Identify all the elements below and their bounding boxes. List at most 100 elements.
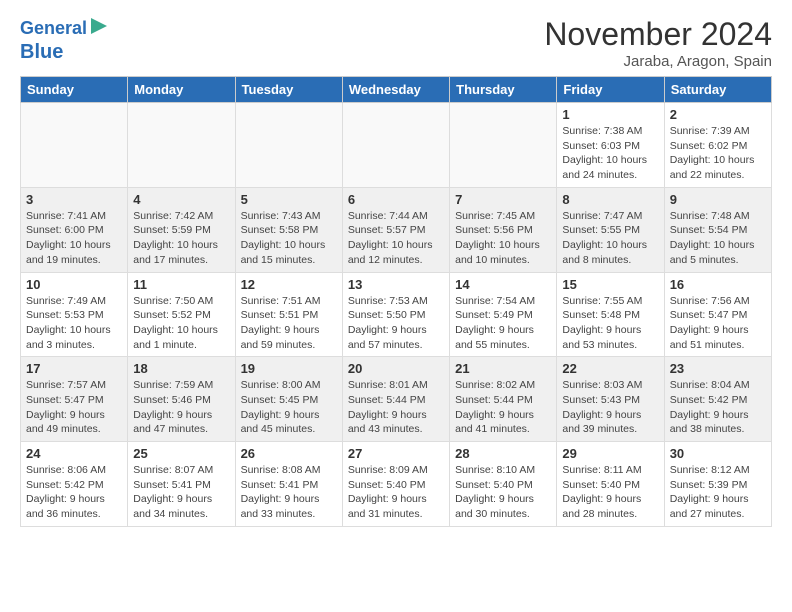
weekday-header: Sunday	[21, 77, 128, 103]
day-number: 27	[348, 446, 444, 461]
day-number: 4	[133, 192, 229, 207]
day-number: 29	[562, 446, 658, 461]
calendar-day: 4 Sunrise: 7:42 AM Sunset: 5:59 PM Daylig…	[128, 187, 235, 272]
day-info: Sunrise: 7:59 AM Sunset: 5:46 PM Dayligh…	[133, 378, 229, 437]
day-number: 3	[26, 192, 122, 207]
calendar-day: 17Sunrise: 7:57 AM Sunset: 5:47 PM Dayli…	[21, 357, 128, 442]
calendar-day: 8 Sunrise: 7:47 AM Sunset: 5:55 PM Daylig…	[557, 187, 664, 272]
day-number: 21	[455, 361, 551, 376]
day-info: Sunrise: 8:00 AM Sunset: 5:45 PM Dayligh…	[241, 378, 337, 437]
day-number: 11	[133, 277, 229, 292]
page-container: General Blue November 2024 Jaraba, Arago…	[0, 0, 792, 543]
day-number: 20	[348, 361, 444, 376]
calendar-header: SundayMondayTuesdayWednesdayThursdayFrid…	[21, 77, 772, 103]
day-number: 24	[26, 446, 122, 461]
day-number: 23	[670, 361, 766, 376]
weekday-row: SundayMondayTuesdayWednesdayThursdayFrid…	[21, 77, 772, 103]
calendar-day: 6 Sunrise: 7:44 AM Sunset: 5:57 PM Daylig…	[342, 187, 449, 272]
day-number: 6	[348, 192, 444, 207]
calendar-week-row: 24 Sunrise: 8:06 AM Sunset: 5:42 PM Dayli…	[21, 442, 772, 527]
day-number: 25	[133, 446, 229, 461]
day-number: 28	[455, 446, 551, 461]
day-info: Sunrise: 7:39 AM Sunset: 6:02 PM Dayligh…	[670, 124, 766, 183]
logo-arrow-icon	[91, 16, 111, 36]
calendar-day: 26Sunrise: 8:08 AM Sunset: 5:41 PM Dayli…	[235, 442, 342, 527]
logo-text: General	[20, 19, 87, 39]
calendar-week-row: 3 Sunrise: 7:41 AM Sunset: 6:00 PM Daylig…	[21, 187, 772, 272]
day-info: Sunrise: 8:03 AM Sunset: 5:43 PM Dayligh…	[562, 378, 658, 437]
calendar-day	[450, 103, 557, 188]
location: Jaraba, Aragon, Spain	[544, 53, 772, 70]
calendar-week-row: 10 Sunrise: 7:49 AM Sunset: 5:53 PM Dayli…	[21, 272, 772, 357]
day-number: 14	[455, 277, 551, 292]
month-title: November 2024	[544, 16, 772, 53]
calendar-day: 21 Sunrise: 8:02 AM Sunset: 5:44 PM Dayli…	[450, 357, 557, 442]
calendar-day: 20 Sunrise: 8:01 AM Sunset: 5:44 PM Dayli…	[342, 357, 449, 442]
day-info: Sunrise: 7:44 AM Sunset: 5:57 PM Dayligh…	[348, 209, 444, 268]
day-info: Sunrise: 7:56 AM Sunset: 5:47 PM Dayligh…	[670, 294, 766, 353]
day-number: 2	[670, 107, 766, 122]
calendar-day: 1Sunrise: 7:38 AM Sunset: 6:03 PM Daylig…	[557, 103, 664, 188]
calendar-day: 24 Sunrise: 8:06 AM Sunset: 5:42 PM Dayli…	[21, 442, 128, 527]
calendar-day: 12 Sunrise: 7:51 AM Sunset: 5:51 PM Dayli…	[235, 272, 342, 357]
logo-general: General	[20, 18, 87, 38]
day-number: 19	[241, 361, 337, 376]
calendar-day: 13 Sunrise: 7:53 AM Sunset: 5:50 PM Dayli…	[342, 272, 449, 357]
weekday-header: Wednesday	[342, 77, 449, 103]
calendar: SundayMondayTuesdayWednesdayThursdayFrid…	[20, 76, 772, 527]
calendar-body: 1Sunrise: 7:38 AM Sunset: 6:03 PM Daylig…	[21, 103, 772, 527]
day-info: Sunrise: 7:48 AM Sunset: 5:54 PM Dayligh…	[670, 209, 766, 268]
calendar-week-row: 17Sunrise: 7:57 AM Sunset: 5:47 PM Dayli…	[21, 357, 772, 442]
day-info: Sunrise: 8:01 AM Sunset: 5:44 PM Dayligh…	[348, 378, 444, 437]
day-info: Sunrise: 8:10 AM Sunset: 5:40 PM Dayligh…	[455, 463, 551, 522]
calendar-day	[342, 103, 449, 188]
day-number: 8	[562, 192, 658, 207]
day-info: Sunrise: 7:53 AM Sunset: 5:50 PM Dayligh…	[348, 294, 444, 353]
calendar-day: 14 Sunrise: 7:54 AM Sunset: 5:49 PM Dayli…	[450, 272, 557, 357]
calendar-day: 11 Sunrise: 7:50 AM Sunset: 5:52 PM Dayli…	[128, 272, 235, 357]
calendar-day: 15 Sunrise: 7:55 AM Sunset: 5:48 PM Dayli…	[557, 272, 664, 357]
day-info: Sunrise: 7:50 AM Sunset: 5:52 PM Dayligh…	[133, 294, 229, 353]
day-info: Sunrise: 7:54 AM Sunset: 5:49 PM Dayligh…	[455, 294, 551, 353]
calendar-day: 9 Sunrise: 7:48 AM Sunset: 5:54 PM Daylig…	[664, 187, 771, 272]
weekday-header: Friday	[557, 77, 664, 103]
day-info: Sunrise: 7:42 AM Sunset: 5:59 PM Dayligh…	[133, 209, 229, 268]
logo: General Blue	[20, 16, 111, 63]
day-number: 9	[670, 192, 766, 207]
day-info: Sunrise: 7:45 AM Sunset: 5:56 PM Dayligh…	[455, 209, 551, 268]
day-number: 16	[670, 277, 766, 292]
weekday-header: Tuesday	[235, 77, 342, 103]
weekday-header: Monday	[128, 77, 235, 103]
day-number: 10	[26, 277, 122, 292]
day-info: Sunrise: 8:11 AM Sunset: 5:40 PM Dayligh…	[562, 463, 658, 522]
calendar-day: 2 Sunrise: 7:39 AM Sunset: 6:02 PM Daylig…	[664, 103, 771, 188]
day-info: Sunrise: 7:51 AM Sunset: 5:51 PM Dayligh…	[241, 294, 337, 353]
calendar-day: 30Sunrise: 8:12 AM Sunset: 5:39 PM Dayli…	[664, 442, 771, 527]
calendar-day: 25 Sunrise: 8:07 AM Sunset: 5:41 PM Dayli…	[128, 442, 235, 527]
day-info: Sunrise: 8:06 AM Sunset: 5:42 PM Dayligh…	[26, 463, 122, 522]
day-number: 12	[241, 277, 337, 292]
calendar-day: 3 Sunrise: 7:41 AM Sunset: 6:00 PM Daylig…	[21, 187, 128, 272]
calendar-week-row: 1Sunrise: 7:38 AM Sunset: 6:03 PM Daylig…	[21, 103, 772, 188]
day-info: Sunrise: 8:07 AM Sunset: 5:41 PM Dayligh…	[133, 463, 229, 522]
day-info: Sunrise: 8:02 AM Sunset: 5:44 PM Dayligh…	[455, 378, 551, 437]
logo-blue: Blue	[20, 41, 63, 63]
day-info: Sunrise: 7:41 AM Sunset: 6:00 PM Dayligh…	[26, 209, 122, 268]
day-info: Sunrise: 7:47 AM Sunset: 5:55 PM Dayligh…	[562, 209, 658, 268]
day-number: 22	[562, 361, 658, 376]
calendar-day: 19 Sunrise: 8:00 AM Sunset: 5:45 PM Dayli…	[235, 357, 342, 442]
calendar-day: 28 Sunrise: 8:10 AM Sunset: 5:40 PM Dayli…	[450, 442, 557, 527]
day-number: 18	[133, 361, 229, 376]
day-info: Sunrise: 7:38 AM Sunset: 6:03 PM Dayligh…	[562, 124, 658, 183]
calendar-day	[128, 103, 235, 188]
day-number: 5	[241, 192, 337, 207]
day-info: Sunrise: 7:55 AM Sunset: 5:48 PM Dayligh…	[562, 294, 658, 353]
day-number: 17	[26, 361, 122, 376]
day-number: 13	[348, 277, 444, 292]
day-number: 30	[670, 446, 766, 461]
day-info: Sunrise: 7:49 AM Sunset: 5:53 PM Dayligh…	[26, 294, 122, 353]
day-number: 15	[562, 277, 658, 292]
day-number: 7	[455, 192, 551, 207]
day-info: Sunrise: 7:43 AM Sunset: 5:58 PM Dayligh…	[241, 209, 337, 268]
calendar-day: 27Sunrise: 8:09 AM Sunset: 5:40 PM Dayli…	[342, 442, 449, 527]
